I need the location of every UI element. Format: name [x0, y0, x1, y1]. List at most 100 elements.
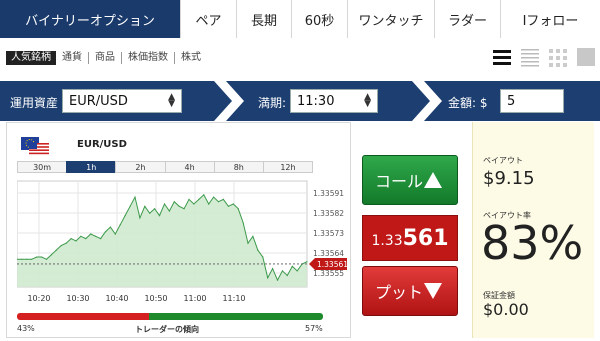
binary-options-widget: バイナリーオプション ペア 長期 60秒 ワンタッチ ラダー Iフォロー 人気銘…	[0, 0, 600, 341]
chart-y-tick-label: 1.33555	[313, 269, 344, 278]
tab-label: 長期	[250, 13, 277, 29]
tab-binary-option[interactable]: バイナリーオプション	[0, 0, 181, 38]
chart-data-point	[26, 258, 28, 260]
put-button[interactable]: プット	[362, 266, 458, 316]
amount-value: 5	[507, 93, 516, 109]
timeframe-1h[interactable]: 1h	[66, 161, 116, 173]
chart-data-point	[31, 258, 33, 260]
tab-long-term[interactable]: 長期	[237, 0, 292, 38]
chart-data-point	[45, 258, 48, 260]
chart-data-point	[222, 198, 224, 200]
chart-x-tick-label: 11:10	[222, 294, 245, 303]
chart-x-tick-label: 11:00	[183, 294, 206, 303]
select-arrows-icon: ▲ ▼	[168, 92, 175, 109]
chart-data-point	[50, 254, 53, 256]
chart-data-point	[183, 208, 185, 210]
trade-settings-bar: 運用資産 EUR/USD ▲ ▼ 満期: 11:30 ▲ ▼ 金額: $ 5	[0, 81, 600, 121]
tab-label: Iフォロー	[522, 13, 579, 29]
amount-input[interactable]: 5	[500, 89, 564, 113]
single-view-icon[interactable]	[576, 47, 596, 67]
chart-panel: EUR/USD 30m 1h 2h 4h 8h 12h 10:20 10:30 10…	[6, 122, 351, 338]
asset-value: EUR/USD	[69, 93, 128, 109]
chart-data-point	[144, 205, 146, 207]
grid-view-icon[interactable]	[548, 47, 568, 67]
chart-data-point	[85, 238, 87, 240]
chart-x-tick-label: 10:50	[144, 294, 167, 303]
chart-data-point	[163, 203, 166, 205]
price-suffix: 561	[402, 226, 449, 251]
timeframe-4h[interactable]: 4h	[164, 161, 214, 173]
payout-value: $9.15	[483, 168, 535, 189]
chart-data-point	[114, 233, 116, 235]
chart-data-point	[272, 268, 274, 270]
chart-data-point	[178, 205, 180, 207]
chart-data-point	[149, 212, 151, 214]
list-view-icon[interactable]	[492, 47, 512, 67]
tab-ladder[interactable]: ラダー	[435, 0, 501, 38]
tab-pair[interactable]: ペア	[181, 0, 237, 38]
call-button[interactable]: コール	[362, 155, 458, 205]
chart-data-point	[168, 210, 170, 212]
pair-name: EUR/USD	[77, 139, 127, 150]
tab-follow[interactable]: Iフォロー	[501, 0, 600, 38]
chart-data-point	[90, 233, 92, 235]
payout-label: ペイアウト	[483, 156, 523, 165]
payout-panel: ペイアウト $9.15 ペイアウト率 83% 保証金額 $0.00	[472, 122, 594, 338]
asset-label: 運用資産	[10, 96, 59, 110]
current-price-tag-label: 1.33561	[317, 260, 348, 269]
current-price-display: 1.33 561	[362, 215, 458, 261]
chart-y-tick-label: 1.33591	[313, 189, 344, 198]
chart-data-point	[286, 274, 288, 277]
price-chart[interactable]: 10:20 10:30 10:40 10:50 11:00 11:10 1.33591 1.3…	[17, 175, 352, 305]
chart-data-point	[213, 196, 215, 198]
payout-rate-value: 83%	[481, 216, 584, 270]
chart-data-point	[291, 265, 293, 267]
category-indices[interactable]: 株価指数	[122, 52, 175, 64]
select-arrows-icon: ▲ ▼	[364, 92, 371, 109]
chart-data-point	[262, 256, 264, 258]
chart-data-point	[242, 221, 244, 224]
timeframe-30m[interactable]: 30m	[17, 161, 67, 173]
timeframe-12h[interactable]: 12h	[262, 161, 314, 173]
call-label: コール	[375, 172, 424, 191]
category-currency[interactable]: 通貨	[56, 52, 89, 64]
product-tabs: バイナリーオプション ペア 長期 60秒 ワンタッチ ラダー Iフォロー	[0, 0, 600, 38]
chart-y-tick-label: 1.33573	[313, 229, 344, 238]
timeframe-2h[interactable]: 2h	[115, 161, 165, 173]
arrow-up-icon	[424, 172, 442, 188]
chart-data-point	[104, 231, 107, 233]
tab-label: ラダー	[447, 13, 487, 29]
deposit-value: $0.00	[483, 300, 529, 319]
chart-data-point	[134, 196, 136, 198]
chart-data-point	[193, 203, 195, 205]
timeframe-8h[interactable]: 8h	[213, 161, 263, 173]
chart-x-tick-label: 10:30	[66, 294, 89, 303]
category-popular[interactable]: 人気銘柄	[6, 51, 56, 65]
asset-select[interactable]: EUR/USD ▲ ▼	[62, 89, 182, 113]
trader-sentiment-bar	[17, 313, 323, 320]
chart-data-point	[119, 224, 121, 226]
chart-data-point	[21, 258, 23, 260]
chart-data-point	[252, 235, 254, 237]
tab-one-touch[interactable]: ワンタッチ	[348, 0, 435, 38]
compact-list-view-icon[interactable]	[520, 47, 540, 67]
chart-data-point	[267, 277, 269, 279]
category-stocks[interactable]: 株式	[175, 52, 207, 64]
chart-y-tick-label: 1.33564	[313, 249, 344, 258]
eur-usd-flag-icon	[21, 137, 49, 156]
tab-label: ペア	[195, 13, 222, 29]
tab-label: ワンタッチ	[358, 13, 424, 29]
chart-data-point	[75, 240, 77, 242]
chart-data-point	[232, 203, 234, 205]
chart-x-tick-label: 10:40	[105, 294, 128, 303]
chart-data-point	[227, 205, 229, 207]
chart-data-point	[208, 203, 210, 205]
chart-data-point	[281, 270, 283, 272]
expiry-select[interactable]: 11:30 ▲ ▼	[290, 89, 378, 113]
category-commodities[interactable]: 商品	[89, 52, 122, 64]
chart-data-point	[154, 208, 156, 210]
chart-data-point	[247, 242, 249, 244]
tab-60-seconds[interactable]: 60秒	[292, 0, 348, 38]
arrow-down-icon	[424, 283, 442, 299]
chevron-separator-icon	[214, 81, 244, 121]
